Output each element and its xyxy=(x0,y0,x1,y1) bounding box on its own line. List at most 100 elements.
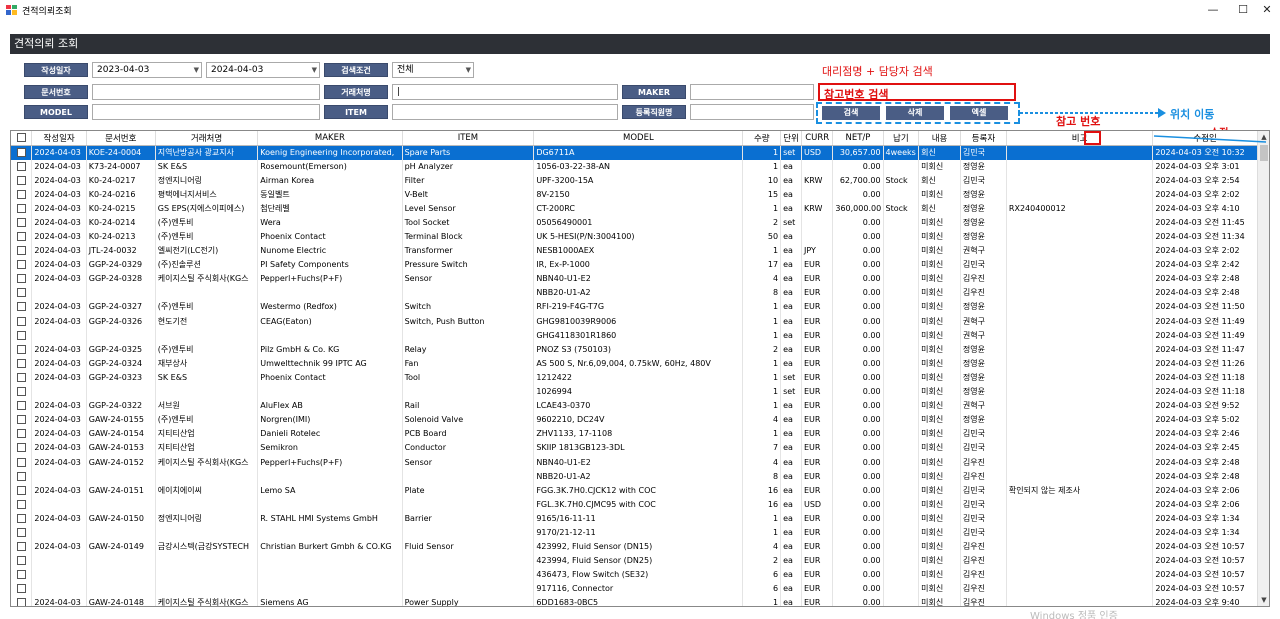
condition-select[interactable]: 전체 ▼ xyxy=(392,62,474,78)
row-checkbox[interactable] xyxy=(11,258,33,273)
row-checkbox[interactable] xyxy=(11,328,33,343)
row-checkbox[interactable] xyxy=(11,540,33,555)
table-row[interactable]: 2024-04-03 KOE-24-0004 지역난방공사 광교지사 Koenig E… xyxy=(11,145,1258,160)
table-row[interactable]: GHG4118301R1860 1 ea EUR 0.00 미회신 권혁구 2024-04-0… xyxy=(11,328,1258,343)
row-checkbox[interactable] xyxy=(11,145,33,160)
table-row[interactable]: 2024-04-03 GAW-24-0149 금강시스텍(금강SYSTECH Chri… xyxy=(11,540,1258,555)
item-input[interactable] xyxy=(392,104,618,120)
close-button[interactable]: ✕ xyxy=(1252,0,1280,20)
table-row[interactable]: 2024-04-03 GGP-24-0322 서브원 AluFlex AB Rail LC… xyxy=(11,399,1258,414)
row-checkbox[interactable] xyxy=(11,568,33,583)
table-row[interactable]: 2024-04-03 GGP-24-0323 SK E&S Phoenix Conta… xyxy=(11,370,1258,385)
table-row[interactable]: 2024-04-03 JTL-24-0032 엘씨전기(LC전기) Nunome El… xyxy=(11,244,1258,259)
table-row[interactable]: 2024-04-03 GAW-24-0155 (주)엔투비 Norgren(IMI) S… xyxy=(11,413,1258,428)
row-checkbox[interactable] xyxy=(11,413,33,428)
row-checkbox[interactable] xyxy=(11,300,33,315)
row-checkbox[interactable] xyxy=(11,511,33,526)
table-row[interactable]: 2024-04-03 K0-24-0216 평택에너지서비스 동일벨트 V-Belt 8V… xyxy=(11,187,1258,202)
table-row[interactable]: 1026994 1 set EUR 0.00 미회신 정영윤 2024-04-03 오전 11… xyxy=(11,385,1258,400)
row-checkbox[interactable] xyxy=(11,201,33,216)
date-to-picker[interactable]: 2024-04-03 ▼ xyxy=(206,62,320,78)
row-checkbox[interactable] xyxy=(11,187,33,202)
table-row[interactable]: 2024-04-03 K0-24-0213 (주)엔투비 Phoenix Contac… xyxy=(11,229,1258,245)
search-button[interactable]: 검색 xyxy=(822,106,880,120)
col-currency[interactable]: CURR xyxy=(801,131,834,146)
results-grid[interactable]: 작성일자 문서번호 거래처명 MAKER ITEM MODEL 수량 단위 CU… xyxy=(10,130,1270,607)
row-checkbox[interactable] xyxy=(11,342,33,357)
delete-button[interactable]: 삭제 xyxy=(886,106,944,120)
table-row[interactable]: 2024-04-03 GGP-24-0327 (주)엔투비 Westermo (Red… xyxy=(11,300,1258,315)
vertical-scrollbar[interactable]: ▲ ▼ xyxy=(1257,131,1269,606)
row-checkbox[interactable] xyxy=(11,554,33,569)
row-checkbox[interactable] xyxy=(11,356,33,371)
table-row[interactable]: 2024-04-03 GGP-24-0329 (주)진솔루션 PI Safety Co… xyxy=(11,258,1258,273)
model-input[interactable] xyxy=(92,104,320,120)
row-checkbox[interactable] xyxy=(11,497,33,512)
col-date[interactable]: 작성일자 xyxy=(31,131,87,146)
col-unit[interactable]: 단위 xyxy=(780,131,802,146)
row-checkbox[interactable] xyxy=(11,483,33,498)
row-checkbox[interactable] xyxy=(11,272,33,287)
col-registrant[interactable]: 등록자 xyxy=(960,131,1007,146)
staff-input[interactable] xyxy=(690,104,814,120)
table-row[interactable]: 2024-04-03 K0-24-0217 정엔지니어링 Airman Korea Fi… xyxy=(11,173,1258,188)
row-checkbox[interactable] xyxy=(11,314,33,329)
table-row[interactable]: 2024-04-03 GGP-24-0328 케이지스틸 주식회사(KG스 Peppe… xyxy=(11,272,1258,287)
table-row[interactable]: 436473, Flow Switch (SE32) 6 ea EUR 0.00 미회신 김… xyxy=(11,568,1258,583)
row-checkbox[interactable] xyxy=(11,427,33,442)
col-model[interactable]: MODEL xyxy=(533,131,744,146)
table-row[interactable]: 2024-04-03 GGP-24-0324 재부상사 Umwelttechnik 9… xyxy=(11,356,1258,371)
docno-input[interactable] xyxy=(92,84,320,100)
row-checkbox[interactable] xyxy=(11,399,33,414)
col-content[interactable]: 내용 xyxy=(918,131,961,146)
scroll-down-icon[interactable]: ▼ xyxy=(1258,594,1269,606)
table-row[interactable]: NBB20-U1-A2 8 ea EUR 0.00 미회신 김우진 2024-04-03 오후… xyxy=(11,286,1258,301)
row-checkbox[interactable] xyxy=(11,244,33,259)
table-row[interactable]: 2024-04-03 K73-24-0007 SK E&S Rosemount(Eme… xyxy=(11,159,1258,174)
minimize-button[interactable]: — xyxy=(1198,0,1228,20)
row-checkbox[interactable] xyxy=(11,441,33,456)
select-all-checkbox[interactable] xyxy=(11,131,33,146)
row-checkbox[interactable] xyxy=(11,469,33,484)
excel-button[interactable]: 엑셀 xyxy=(950,106,1008,120)
table-row[interactable]: 2024-04-03 GAW-24-0148 케이지스틸 주식회사(KG스 Sieme… xyxy=(11,596,1258,606)
row-checkbox[interactable] xyxy=(11,215,33,230)
row-checkbox[interactable] xyxy=(11,159,33,174)
cell-customer: 금강시스텍(금강SYSTECH xyxy=(155,540,259,555)
col-docno[interactable]: 문서번호 xyxy=(86,131,156,146)
row-checkbox[interactable] xyxy=(11,525,33,541)
col-net-price[interactable]: NET/P xyxy=(832,131,884,146)
table-row[interactable]: 917116, Connector 6 ea EUR 0.00 미회신 김우진 2024-04… xyxy=(11,582,1258,597)
table-row[interactable]: FGL.3K.7H0.CJMC95 with COC 16 ea USD 0.00 미회신… xyxy=(11,497,1258,512)
table-row[interactable]: 2024-04-03 GGP-24-0325 (주)엔투비 Pilz GmbH & C… xyxy=(11,342,1258,357)
table-row[interactable]: 2024-04-03 GGP-24-0326 현도기전 CEAG(Eaton) Swit… xyxy=(11,314,1258,329)
table-row[interactable]: 423994, Fluid Sensor (DN25) 2 ea EUR 0.00 미회신… xyxy=(11,554,1258,569)
table-row[interactable]: 2024-04-03 GAW-24-0154 지티티산업 Danieli Rotele… xyxy=(11,427,1258,442)
row-checkbox[interactable] xyxy=(11,385,33,400)
customer-input[interactable]: | xyxy=(392,84,618,100)
col-item[interactable]: ITEM xyxy=(402,131,535,146)
col-qty[interactable]: 수량 xyxy=(742,131,782,146)
row-checkbox[interactable] xyxy=(11,229,33,245)
table-row[interactable]: 2024-04-03 GAW-24-0151 에이치에이씨 Lemo SA Plate F… xyxy=(11,483,1258,498)
col-due[interactable]: 납기 xyxy=(883,131,920,146)
table-row[interactable]: 2024-04-03 GAW-24-0150 정엔지니어링 R. STAHL HMI … xyxy=(11,511,1258,526)
table-row[interactable]: 9170/21-12-11 1 ea EUR 0.00 미회신 김민국 2024-04-03 … xyxy=(11,525,1258,541)
row-checkbox[interactable] xyxy=(11,582,33,597)
table-row[interactable]: 2024-04-03 K0-24-0214 (주)엔투비 Wera Tool Socke… xyxy=(11,215,1258,230)
table-row[interactable]: 2024-04-03 GAW-24-0152 케이지스틸 주식회사(KG스 Peppe… xyxy=(11,455,1258,470)
table-row[interactable]: 2024-04-03 GAW-24-0153 지티티산업 Semikron Conduc… xyxy=(11,441,1258,456)
date-from-picker[interactable]: 2023-04-03 ▼ xyxy=(92,62,202,78)
maker-input[interactable] xyxy=(690,84,814,100)
row-checkbox[interactable] xyxy=(11,370,33,385)
row-checkbox[interactable] xyxy=(11,173,33,188)
col-customer[interactable]: 거래처명 xyxy=(155,131,259,146)
col-maker[interactable]: MAKER xyxy=(257,131,403,146)
row-checkbox[interactable] xyxy=(11,596,33,606)
row-checkbox[interactable] xyxy=(11,286,33,301)
table-row[interactable]: 2024-04-03 K0-24-0215 GS EPS(지에스이피에스) 첨단레벨 L… xyxy=(11,201,1258,216)
table-row[interactable]: NBB20-U1-A2 8 ea EUR 0.00 미회신 김우진 2024-04-03 오후… xyxy=(11,469,1258,484)
scroll-thumb[interactable] xyxy=(1260,145,1268,161)
row-checkbox[interactable] xyxy=(11,455,33,470)
col-note[interactable]: 비고 xyxy=(1006,131,1154,146)
